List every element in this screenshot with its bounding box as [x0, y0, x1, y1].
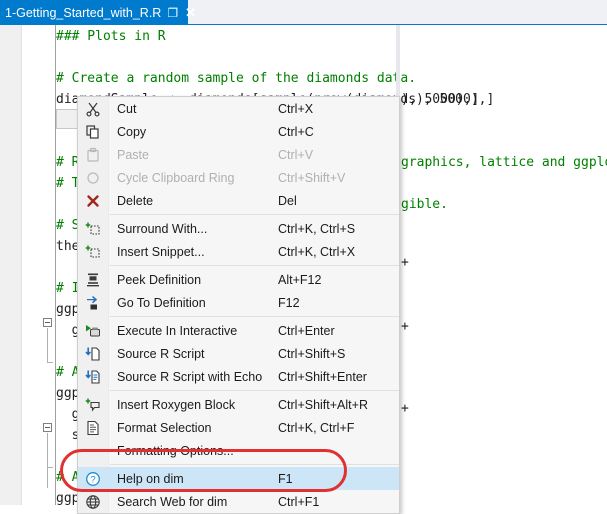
menu-item-cycle-clipboard-ring: Cycle Clipboard Ring Ctrl+Shift+V	[78, 166, 399, 189]
code-line-fragment: ), 5000),]	[401, 92, 480, 107]
code-line: # T	[56, 176, 80, 191]
menu-item-shortcut: Ctrl+K, Ctrl+X	[278, 244, 356, 259]
editor-outer-gutter	[0, 25, 22, 505]
code-line-fragment: graphics, lattice and ggplot2.	[401, 155, 607, 170]
code-line: ### Plots in R	[56, 29, 166, 44]
code-line-fragment: gible.	[401, 197, 448, 212]
menu-item-label: Copy	[117, 124, 147, 139]
copy-icon	[78, 120, 108, 143]
menu-item-execute-in-interactive[interactable]: Execute In Interactive Ctrl+Enter	[78, 319, 399, 342]
menu-item-shortcut: F12	[278, 295, 300, 310]
clipboard-ring-icon	[78, 166, 108, 189]
menu-item-source-r-script[interactable]: Source R Script Ctrl+Shift+S	[78, 342, 399, 365]
menu-item-source-r-script-with-echo[interactable]: Source R Script with Echo Ctrl+Shift+Ente…	[78, 365, 399, 388]
context-menu[interactable]: Cut Ctrl+X Copy Ctrl+C Paste Ctrl+V Cycle Clip…	[77, 96, 400, 514]
editor-tab-active[interactable]: 1-Getting_Started_with_R.R ❐ ✕	[0, 0, 196, 25]
menu-item-insert-roxygen-block[interactable]: Insert Roxygen Block Ctrl+Shift+Alt+R	[78, 393, 399, 416]
menu-item-label: Delete	[117, 193, 154, 208]
menu-item-shortcut: Ctrl+K, Ctrl+S	[278, 221, 356, 236]
code-line: # A	[56, 365, 80, 380]
menu-item-insert-snippet[interactable]: Insert Snippet... Ctrl+K, Ctrl+X	[78, 240, 399, 263]
menu-separator	[110, 265, 399, 266]
menu-item-label: Peek Definition	[117, 272, 202, 287]
code-line: the	[56, 239, 80, 254]
menu-item-shortcut: F1	[278, 471, 293, 486]
menu-item-shortcut: Ctrl+Enter	[278, 323, 335, 338]
menu-item-label: Paste	[117, 147, 149, 162]
tab-strip: 1-Getting_Started_with_R.R ❐ ✕	[0, 0, 607, 26]
code-line: # I	[56, 281, 80, 296]
menu-item-peek-definition[interactable]: Peek Definition Alt+F12	[78, 268, 399, 291]
go-to-definition-icon	[78, 291, 108, 314]
editor-fold-gutter[interactable]	[22, 25, 55, 505]
menu-item-help-on-dim[interactable]: ? Help on dim F1	[78, 467, 399, 490]
source-r-script-icon	[78, 342, 108, 365]
menu-item-label: Help on dim	[117, 471, 184, 486]
menu-item-search-web-for-dim[interactable]: Search Web for dim Ctrl+F1	[78, 490, 399, 513]
menu-item-label: Go To Definition	[117, 295, 206, 310]
execute-interactive-icon	[78, 319, 108, 342]
menu-separator	[110, 214, 399, 215]
code-line: ggp	[56, 386, 80, 401]
menu-item-format-selection[interactable]: Format Selection Ctrl+K, Ctrl+F	[78, 416, 399, 439]
menu-item-shortcut: Ctrl+Shift+S	[278, 346, 346, 361]
menu-item-go-to-definition[interactable]: Go To Definition F12	[78, 291, 399, 314]
menu-item-label: Formatting Options...	[117, 443, 234, 458]
help-icon: ?	[78, 467, 108, 490]
fold-marker[interactable]	[43, 318, 52, 327]
menu-item-shortcut: Ctrl+F1	[278, 494, 320, 509]
code-line: ggp	[56, 302, 80, 317]
menu-item-shortcut: Ctrl+V	[278, 147, 314, 162]
delete-icon	[78, 189, 108, 212]
insert-snippet-icon	[78, 240, 108, 263]
menu-item-shortcut: Ctrl+Shift+V	[278, 170, 346, 185]
menu-item-label: Search Web for dim	[117, 494, 228, 509]
source-r-script-echo-icon	[78, 365, 108, 388]
menu-item-paste: Paste Ctrl+V	[78, 143, 399, 166]
menu-item-label: Cut	[117, 101, 137, 116]
code-line: # S	[56, 218, 80, 233]
menu-item-shortcut: Del	[278, 193, 297, 208]
pin-icon[interactable]: ❐	[167, 7, 178, 19]
fold-line	[47, 433, 48, 488]
code-line: ggp	[56, 491, 80, 505]
fold-line-tick	[47, 467, 53, 468]
menu-item-label: Execute In Interactive	[117, 323, 238, 338]
code-line: # A	[56, 470, 80, 485]
code-continuation-plus: +	[401, 319, 409, 334]
fold-marker[interactable]	[43, 423, 52, 432]
tab-title: 1-Getting_Started_with_R.R	[5, 5, 162, 20]
menu-separator	[110, 464, 399, 465]
menu-item-shortcut: Ctrl+Shift+Enter	[278, 369, 367, 384]
close-icon[interactable]: ✕	[185, 6, 196, 19]
menu-item-delete[interactable]: Delete Del	[78, 189, 399, 212]
code-continuation-plus: +	[401, 255, 409, 270]
svg-text:?: ?	[90, 474, 95, 485]
code-continuation-plus: +	[401, 401, 409, 416]
menu-item-shortcut: Ctrl+C	[278, 124, 314, 139]
menu-item-shortcut: Ctrl+Shift+Alt+R	[278, 397, 368, 412]
menu-item-cut[interactable]: Cut Ctrl+X	[78, 97, 399, 120]
format-selection-icon	[78, 416, 108, 439]
menu-item-surround-with[interactable]: Surround With... Ctrl+K, Ctrl+S	[78, 217, 399, 240]
paste-icon	[78, 143, 108, 166]
insert-roxygen-icon	[78, 393, 108, 416]
search-web-icon	[78, 490, 108, 513]
menu-item-copy[interactable]: Copy Ctrl+C	[78, 120, 399, 143]
surround-with-icon	[78, 217, 108, 240]
code-line: # Create a random sample of the diamonds…	[56, 71, 417, 86]
fold-line-tick	[47, 362, 53, 363]
menu-separator	[110, 316, 399, 317]
fold-line	[47, 328, 48, 362]
menu-item-formatting-options[interactable]: Formatting Options...	[78, 439, 399, 462]
menu-item-shortcut: Ctrl+X	[278, 101, 314, 116]
menu-item-shortcut: Ctrl+K, Ctrl+F	[278, 420, 355, 435]
peek-definition-icon	[78, 268, 108, 291]
none-icon	[78, 439, 108, 462]
code-line: # R	[56, 155, 80, 170]
menu-item-shortcut: Alt+F12	[278, 272, 322, 287]
cut-icon	[78, 97, 108, 120]
menu-separator	[110, 390, 399, 391]
